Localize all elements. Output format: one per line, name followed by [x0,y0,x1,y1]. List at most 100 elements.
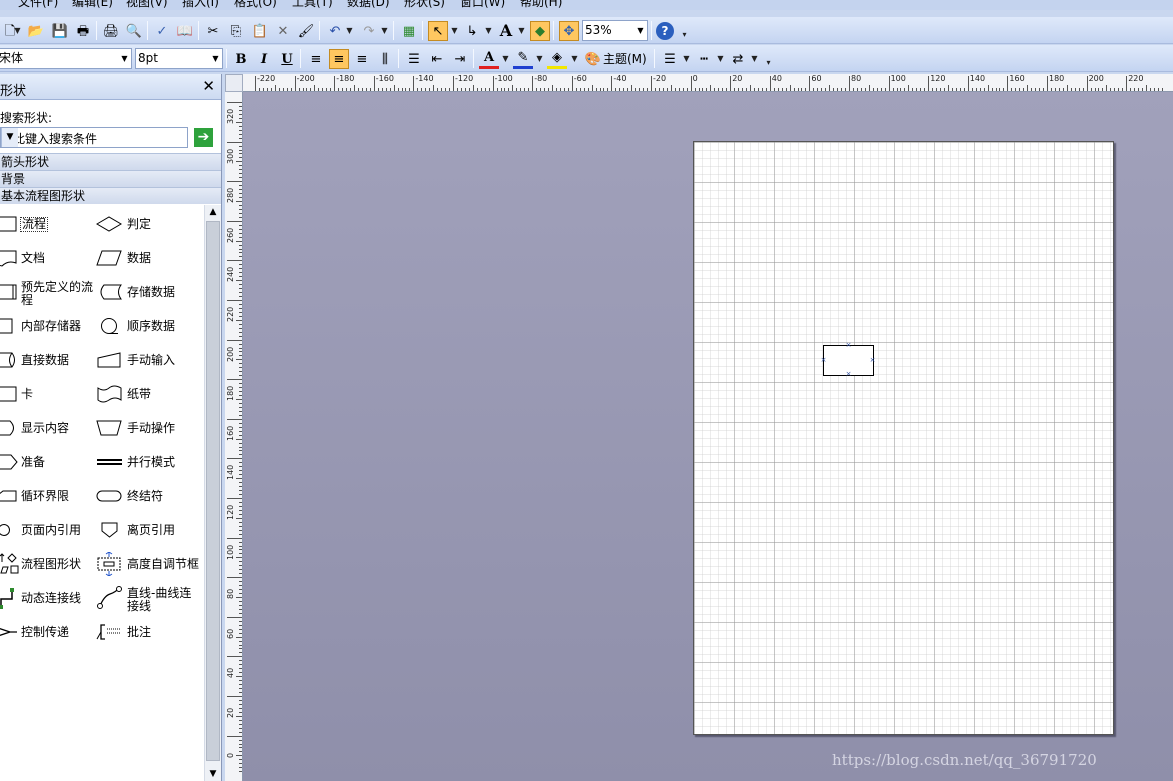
font-name-combo[interactable]: 宋体 ▼ [0,48,132,69]
pointer-dropdown-icon[interactable]: ▼ [450,21,459,41]
bullets-icon[interactable]: ☰ [404,49,424,69]
bold-button[interactable]: B [231,49,251,69]
shape-dynamic-connector[interactable]: 动态连接线 [0,584,98,614]
shape-data[interactable]: 数据 [96,244,202,274]
shape-off-page-reference[interactable]: 离页引用 [96,516,202,546]
shape-process[interactable]: 流程 [0,210,98,240]
redo-icon[interactable]: ↷ [359,21,379,41]
scroll-up-icon[interactable]: ▲ [205,205,221,219]
align-left-icon[interactable]: ≡ [306,49,326,69]
menu-file[interactable]: 文件(F) [18,0,58,10]
shape-display[interactable]: 显示内容 [0,414,98,444]
format-painter-icon[interactable]: 🖌 [296,21,316,41]
new-dropdown-icon[interactable]: ▼ [13,21,22,41]
toolbar-options-icon[interactable]: ▾ [680,25,689,45]
spelling-icon[interactable]: ✓ [152,21,172,41]
theme-icon[interactable]: 🎨 [583,49,603,69]
open-icon[interactable]: 📂 [26,21,46,41]
shape-terminator[interactable]: 终结符 [96,482,202,512]
line-color-dropdown-icon[interactable]: ▼ [535,49,544,69]
menu-insert[interactable]: 插入(I) [182,0,219,10]
align-center-icon[interactable]: ≡ [329,49,349,69]
shape-card[interactable]: 卡 [0,380,98,410]
search-go-button[interactable]: ➔ [194,128,213,147]
shape-predefined-process[interactable]: 预先定义的流程 [0,278,98,308]
scrollbar-thumb[interactable] [206,221,220,761]
help-icon[interactable]: ? [656,22,674,40]
shape-loop-limit[interactable]: 循环界限 [0,482,98,512]
text-tool-dropdown-icon[interactable]: ▼ [517,21,526,41]
chevron-down-icon[interactable]: ▼ [209,49,222,68]
chevron-down-icon[interactable]: ▼ [118,49,131,68]
shape-paper-tape[interactable]: 纸带 [96,380,202,410]
menu-shape[interactable]: 形状(S) [404,0,445,10]
line-pattern-icon[interactable]: ┅ [694,49,714,69]
toolbar-options-icon[interactable]: ▾ [764,53,773,73]
shape-annotation[interactable]: 批注 [96,618,202,648]
shape-direct-data[interactable]: 直接数据 [0,346,98,376]
line-pattern-dropdown-icon[interactable]: ▼ [716,49,725,69]
connector-tool-icon[interactable]: ↳ [462,21,482,41]
print-icon[interactable]: 🖨 [101,21,121,41]
theme-button[interactable]: 主题(M) [603,49,651,69]
pointer-tool-icon[interactable]: ↖ [428,21,448,41]
scroll-down-icon[interactable]: ▼ [205,767,221,781]
line-weight-icon[interactable]: ☰ [660,49,680,69]
menu-tools[interactable]: 工具(T) [292,0,333,10]
permission-icon[interactable]: 🖶 [73,21,93,41]
shape-on-page-reference[interactable]: 页面内引用 [0,516,98,546]
save-icon[interactable]: 💾 [50,21,70,41]
chevron-down-icon[interactable]: ▼ [1,128,18,147]
menu-help[interactable]: 帮助(H) [520,0,562,10]
shape-sequential-data[interactable]: 顺序数据 [96,312,202,342]
text-tool-icon[interactable]: A [496,21,516,41]
zoom-combo[interactable]: 53% ▼ [582,20,648,41]
font-size-combo[interactable]: 8pt ▼ [135,48,223,69]
shape-flowchart-shapes[interactable]: 流程图形状 [0,550,98,580]
delete-icon[interactable]: ✕ [273,21,293,41]
print-preview-icon[interactable]: 🔍 [124,21,144,41]
line-color-icon[interactable]: ✎ [513,49,533,69]
process-shape-on-page[interactable]: × × × × [821,342,876,378]
undo-icon[interactable]: ↶ [325,21,345,41]
fill-color-dropdown-icon[interactable]: ▼ [570,49,579,69]
chevron-down-icon[interactable]: ▼ [634,21,647,40]
shape-auto-height-box[interactable]: 高度自调节框 [96,550,202,580]
category-arrow-shapes[interactable]: 箭头形状 [0,153,221,170]
menu-window[interactable]: 窗口(W) [460,0,505,10]
research-icon[interactable]: 📖 [175,21,195,41]
menu-view[interactable]: 视图(V) [126,0,168,10]
drawing-page[interactable]: × × × × [693,141,1114,735]
font-color-dropdown-icon[interactable]: ▼ [501,49,510,69]
search-input[interactable]: 在此键入搜索条件 ▼ [0,127,188,148]
font-color-icon[interactable]: A [479,49,499,69]
shape-decision[interactable]: 判定 [96,210,202,240]
shapes-window-icon[interactable]: ▦ [399,21,419,41]
menu-format[interactable]: 格式(O) [234,0,277,10]
shape-parallel-mode[interactable]: 并行模式 [96,448,202,478]
decrease-indent-icon[interactable]: ⇤ [427,49,447,69]
underline-button[interactable]: U [277,49,297,69]
shape-manual-operation[interactable]: 手动操作 [96,414,202,444]
shape-preparation[interactable]: 准备 [0,448,98,478]
ruler-corner[interactable] [225,74,243,92]
shape-manual-input[interactable]: 手动输入 [96,346,202,376]
drawing-canvas[interactable]: × × × × [243,92,1173,781]
increase-indent-icon[interactable]: ⇥ [450,49,470,69]
line-ends-icon[interactable]: ⇄ [728,49,748,69]
connection-point-tool-icon[interactable]: ◆ [530,21,550,41]
menu-edit[interactable]: 编辑(E) [72,0,113,10]
shape-line-curve-connector[interactable]: 直线-曲线连接线 [96,584,202,614]
undo-dropdown-icon[interactable]: ▼ [345,21,354,41]
menu-data[interactable]: 数据(D) [347,0,390,10]
justify-icon[interactable]: ⫼ [375,49,395,69]
shape-internal-storage[interactable]: 内部存储器 [0,312,98,342]
line-ends-dropdown-icon[interactable]: ▼ [750,49,759,69]
close-icon[interactable]: ✕ [202,77,215,95]
align-right-icon[interactable]: ≡ [352,49,372,69]
paste-icon[interactable]: 📋 [250,21,270,41]
shape-document[interactable]: 文档 [0,244,98,274]
italic-button[interactable]: I [254,49,274,69]
line-weight-dropdown-icon[interactable]: ▼ [682,49,691,69]
redo-dropdown-icon[interactable]: ▼ [380,21,389,41]
